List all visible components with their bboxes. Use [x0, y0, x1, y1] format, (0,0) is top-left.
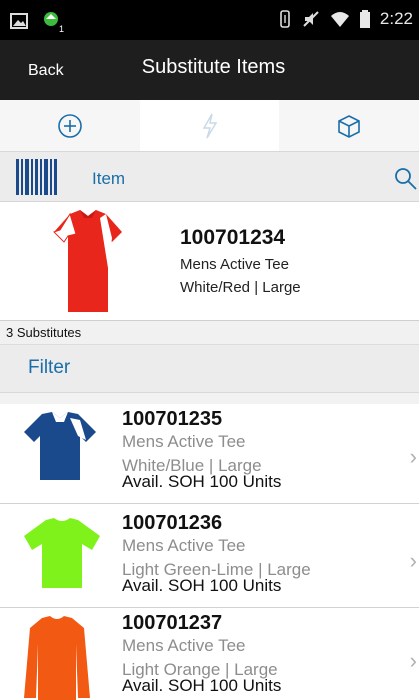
filter-bar[interactable]: Filter	[0, 345, 419, 393]
search-icon[interactable]	[393, 166, 417, 190]
notification-badge: 1	[58, 24, 64, 34]
status-bar: 1 2:22	[0, 0, 419, 40]
substitutes-count-bar: 3 Substitutes	[0, 320, 419, 345]
header-item-attributes: White/Red | Large	[180, 279, 301, 296]
item-image	[24, 518, 100, 588]
item-soh: Avail. SOH 100 Units	[122, 676, 282, 695]
list-item[interactable]: 100701237 Mens Active Tee Light Orange |…	[0, 608, 419, 700]
barcode-icon[interactable]	[16, 159, 60, 195]
vibrate-icon	[280, 10, 290, 28]
tab-lightning[interactable]	[139, 100, 280, 151]
tab-add[interactable]	[0, 100, 140, 151]
header-item: 100701234 Mens Active Tee White/Red | La…	[0, 202, 419, 320]
list-item[interactable]: 100701235 Mens Active Tee White/Blue | L…	[0, 404, 419, 504]
scan-item-input[interactable]: Item	[92, 169, 125, 189]
scan-bar: Item	[0, 152, 419, 202]
filter-button[interactable]: Filter	[28, 357, 70, 379]
wifi-icon	[330, 12, 349, 27]
app-bar: Back Substitute Items	[0, 40, 419, 100]
item-image	[53, 210, 122, 312]
status-right: 2:22	[278, 9, 413, 29]
item-number: 100701235	[122, 408, 223, 430]
item-description: Mens Active Tee	[122, 636, 246, 655]
app-notification-icon: 1	[40, 10, 64, 34]
add-circle-icon	[58, 113, 82, 138]
item-soh: Avail. SOH 100 Units	[122, 472, 282, 491]
lightning-icon	[202, 113, 217, 138]
battery-icon	[359, 10, 370, 28]
item-description: Mens Active Tee	[122, 432, 246, 451]
item-soh: Avail. SOH 100 Units	[122, 576, 282, 595]
status-time: 2:22	[379, 9, 413, 28]
chevron-right-icon: ›	[409, 548, 417, 573]
list-spacer	[0, 393, 419, 404]
gallery-icon	[10, 13, 28, 29]
header-item-number: 100701234	[180, 226, 286, 249]
item-number: 100701237	[122, 612, 223, 634]
item-number: 100701236	[122, 512, 223, 534]
status-left: 1	[10, 10, 64, 34]
header-item-description: Mens Active Tee	[180, 256, 289, 273]
chevron-right-icon: ›	[409, 648, 417, 673]
chevron-right-icon: ›	[409, 444, 417, 469]
item-image	[24, 412, 96, 480]
substitutes-count: 3 Substitutes	[6, 325, 82, 340]
list-item[interactable]: 100701236 Mens Active Tee Light Green-Li…	[0, 508, 419, 608]
page-title: Substitute Items	[141, 56, 286, 78]
mute-icon	[303, 11, 319, 27]
tab-strip	[0, 100, 419, 152]
item-description: Mens Active Tee	[122, 536, 246, 555]
box-icon	[338, 114, 360, 138]
tab-box[interactable]	[279, 100, 419, 151]
item-image	[24, 616, 90, 700]
